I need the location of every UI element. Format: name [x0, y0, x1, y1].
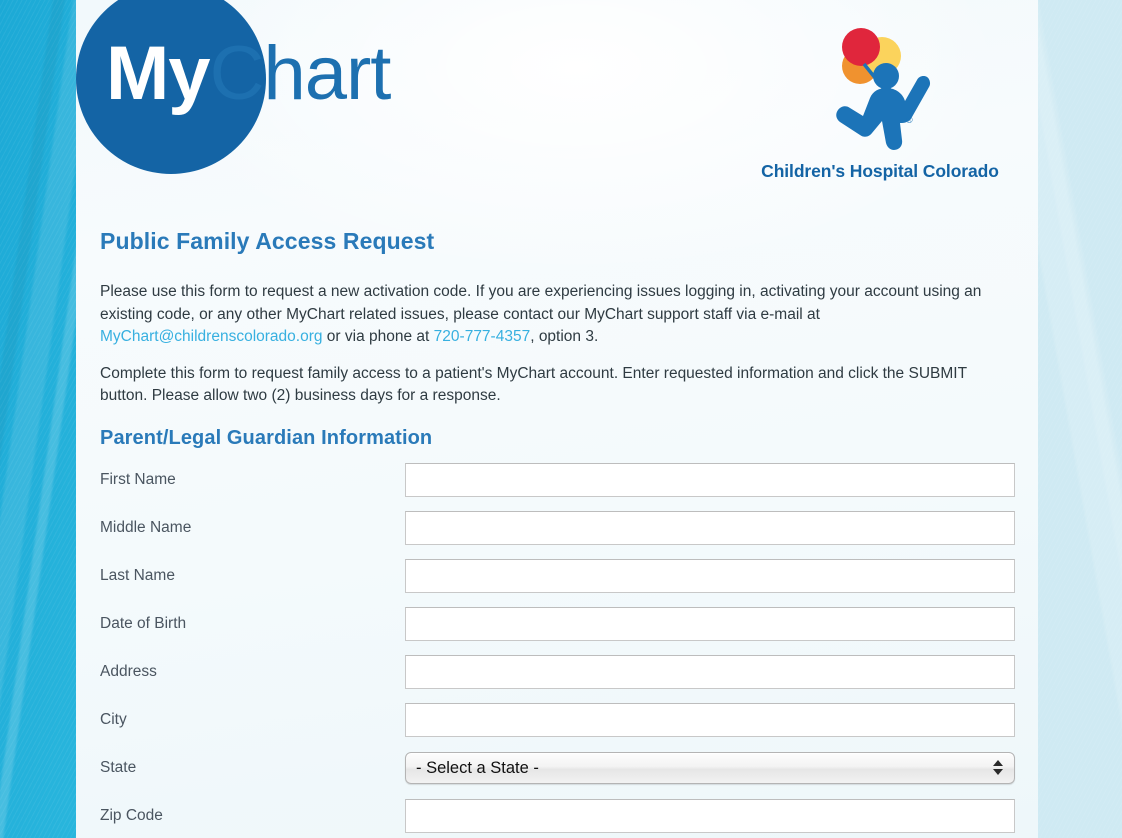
city-input[interactable] — [405, 702, 1015, 737]
intro-paragraph: Please use this form to request a new ac… — [100, 281, 1010, 349]
balloon-red-icon — [842, 28, 880, 66]
intro-text-part-1: Please use this form to request a new ac… — [100, 283, 982, 323]
page-body: Public Family Access Request Please use … — [100, 228, 1038, 838]
form-row-address: Address — [100, 648, 1038, 696]
state-select-wrapper: - Select a State - — [405, 751, 1015, 784]
instructions-paragraph: Complete this form to request family acc… — [100, 364, 967, 405]
mychart-wordmark: MyChart — [106, 36, 391, 112]
content-panel: MyChart ® Children's Hospital Colorado P… — [76, 0, 1038, 838]
control-date-of-birth — [405, 606, 1015, 641]
form-row-zip-code: Zip Code — [100, 792, 1038, 838]
date-of-birth-input[interactable] — [405, 606, 1015, 641]
form-row-city: City — [100, 696, 1038, 744]
label-first-name: First Name — [100, 470, 176, 488]
hospital-logo: ® Children's Hospital Colorado — [760, 22, 1000, 182]
section-title-parent-guardian: Parent/Legal Guardian Information — [100, 426, 433, 449]
form-row-first-name: First Name — [100, 456, 1038, 504]
label-middle-name: Middle Name — [100, 518, 192, 536]
last-name-input[interactable] — [405, 558, 1015, 593]
label-zip-code: Zip Code — [100, 806, 163, 824]
page-header: MyChart ® Children's Hospital Colorado — [76, 0, 1038, 200]
support-phone-link[interactable]: 720-777-4357 — [434, 328, 531, 345]
control-middle-name — [405, 510, 1015, 545]
label-last-name: Last Name — [100, 566, 175, 584]
mychart-logo-chart-text: Chart — [209, 31, 392, 116]
form-row-last-name: Last Name — [100, 552, 1038, 600]
control-zip-code — [405, 798, 1015, 833]
control-last-name — [405, 558, 1015, 593]
page-title: Public Family Access Request — [100, 228, 435, 254]
first-name-input[interactable] — [405, 462, 1015, 497]
control-state: - Select a State - — [405, 751, 1015, 784]
mychart-logo-my-text: My — [106, 31, 211, 116]
svg-text:®: ® — [906, 115, 913, 125]
form-row-middle-name: Middle Name — [100, 504, 1038, 552]
control-address — [405, 654, 1015, 689]
label-state: State — [100, 758, 137, 776]
zip-code-input[interactable] — [405, 798, 1015, 833]
control-first-name — [405, 462, 1015, 497]
intro-text-part-2: or via phone at — [322, 328, 434, 345]
hospital-name-text: Children's Hospital Colorado — [761, 161, 999, 181]
label-date-of-birth: Date of Birth — [100, 614, 187, 632]
state-select[interactable]: - Select a State - — [405, 751, 1015, 784]
form-row-date-of-birth: Date of Birth — [100, 600, 1038, 648]
label-address: Address — [100, 662, 157, 680]
intro-text-part-3: , option 3. — [530, 328, 599, 345]
label-city: City — [100, 710, 127, 728]
address-input[interactable] — [405, 654, 1015, 689]
family-access-request-form: First Name Middle Name Last Name Date of… — [100, 456, 1038, 838]
support-email-link[interactable]: MyChart@childrenscolorado.org — [100, 328, 323, 345]
childrens-hospital-figure-icon: ® — [836, 28, 931, 150]
middle-name-input[interactable] — [405, 510, 1015, 545]
control-city — [405, 702, 1015, 737]
form-row-state: State - Select a State - — [100, 744, 1038, 792]
